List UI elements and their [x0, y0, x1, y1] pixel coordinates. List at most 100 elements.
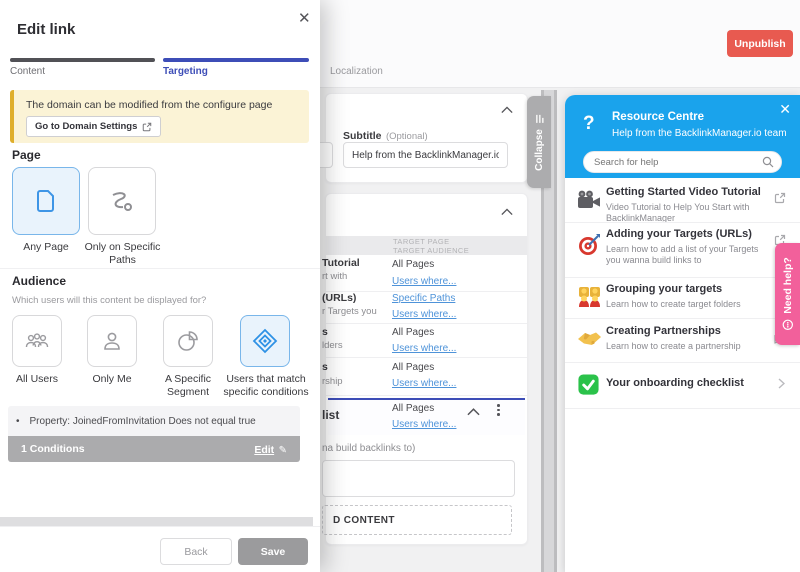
row-title-fragment: s [322, 361, 328, 373]
resource-item[interactable]: Grouping your targets Learn how to creat… [565, 277, 800, 318]
horizontal-scrollbar[interactable] [0, 517, 313, 526]
close-icon[interactable]: ✕ [779, 101, 791, 118]
resource-item-title: Getting Started Video Tutorial [606, 186, 761, 198]
resource-centre-subtitle: Help from the BacklinkManager.io team [612, 128, 787, 139]
row-sub-fragment: rship [322, 376, 343, 387]
resource-item[interactable]: Creating Partnerships Learn how to creat… [565, 318, 800, 362]
resource-item[interactable]: Adding your Targets (URLs) Learn how to … [565, 222, 800, 277]
option-label: Only on Specific Paths [70, 241, 175, 267]
resource-centre-panel: ? Resource Centre Help from the Backlink… [565, 95, 800, 572]
unpublish-button[interactable]: Unpublish [727, 30, 793, 57]
empty-content-box[interactable] [322, 460, 515, 497]
resource-item[interactable]: Getting Started Video Tutorial Video Tut… [565, 182, 800, 222]
step-bar-targeting[interactable] [163, 58, 309, 62]
option-any-page[interactable] [12, 167, 80, 235]
row-title-fragment: Tutorial [322, 257, 360, 269]
pencil-icon: ✎ [279, 445, 287, 456]
cell-target-audience-link[interactable]: Users where... [392, 276, 456, 287]
edit-conditions-link[interactable]: Edit ✎ [254, 440, 287, 458]
description-fragment: na build backlinks to) [322, 443, 415, 454]
resource-item[interactable]: Your onboarding checklist [565, 362, 800, 408]
chevron-right-icon [778, 378, 785, 389]
option-label: A Specific Segment [153, 373, 223, 399]
green-check-icon [577, 373, 600, 396]
resource-item-desc: Learn how to create target folders [606, 299, 771, 310]
need-help-tab[interactable]: Need help? [775, 243, 800, 345]
subtitle-input[interactable] [343, 142, 508, 168]
tab-targeting[interactable]: Targeting [163, 66, 208, 77]
option-users-match-conditions[interactable] [240, 315, 290, 367]
col-target-audience: TARGET AUDIENCE [393, 246, 469, 255]
step-bar-content[interactable] [10, 58, 155, 62]
row-sub-fragment: r Targets you [322, 306, 377, 317]
option-specific-segment[interactable] [163, 315, 213, 367]
row-sub-fragment: lders [322, 340, 343, 351]
save-button[interactable]: Save [238, 538, 308, 565]
option-label: Only Me [82, 373, 142, 386]
go-to-domain-settings-button[interactable]: Go to Domain Settings [26, 116, 161, 137]
cell-target-audience-link[interactable]: Users where... [392, 378, 456, 389]
table-header: TARGET PAGE TARGET AUDIENCE [326, 236, 527, 255]
collapse-tab-label: Collapse [534, 129, 545, 171]
cell-target-audience-link[interactable]: Users where... [392, 343, 456, 354]
divider [0, 268, 320, 269]
chevron-up-icon[interactable] [501, 208, 513, 216]
path-icon [107, 187, 137, 215]
domain-notice: The domain can be modified from the conf… [10, 90, 309, 143]
resource-item-title: Your onboarding checklist [606, 377, 744, 389]
cell-target-page: All Pages [392, 327, 434, 338]
back-button[interactable]: Back [160, 538, 232, 565]
tab-content[interactable]: Content [10, 66, 45, 77]
screen: Unpublish Localization Subtitle (Optiona… [0, 0, 800, 572]
option-label: Users that match specific conditions [222, 373, 310, 399]
external-link-icon [774, 192, 786, 204]
resource-item-desc: Video Tutorial to Help You Start with Ba… [606, 202, 766, 224]
row-title-fragment: s [322, 326, 328, 338]
cell-target-audience-link[interactable]: Users where... [392, 309, 456, 320]
modal-title: Edit link [17, 21, 75, 38]
tab-localization[interactable]: Localization [330, 66, 383, 77]
cell-target-page-link[interactable]: Specific Paths [392, 293, 455, 304]
option-only-me[interactable] [87, 315, 137, 367]
page-section-heading: Page [12, 148, 41, 162]
resource-item-desc: Learn how to add a list of your Targets … [606, 244, 771, 266]
cell-target-page: All Pages [392, 403, 434, 414]
resource-centre-title: Resource Centre [612, 111, 704, 123]
condition-summary: • Property: JoinedFromInvitation Does no… [8, 406, 300, 436]
row-divider [326, 357, 527, 358]
chevron-up-icon[interactable] [467, 408, 480, 416]
video-camera-icon [577, 190, 601, 210]
search-icon [762, 156, 774, 168]
cell-target-page: All Pages [392, 362, 434, 373]
nested-diamond-icon [251, 327, 279, 355]
add-content-button[interactable]: D CONTENT [322, 505, 512, 535]
domain-notice-text: The domain can be modified from the conf… [26, 99, 272, 111]
collapse-icon [534, 114, 544, 124]
handshake-icon [576, 330, 602, 348]
close-icon[interactable]: ✕ [298, 9, 311, 27]
divider [565, 408, 800, 409]
row-sub-fragment: rt with [322, 271, 347, 282]
chat-icon [782, 319, 794, 331]
help-search-input[interactable] [583, 151, 782, 173]
resource-item-title: Grouping your targets [606, 283, 722, 295]
chevron-up-icon[interactable] [501, 106, 513, 114]
option-specific-paths[interactable] [88, 167, 156, 235]
audience-section-heading: Audience [12, 274, 66, 288]
pie-chart-icon [175, 328, 201, 354]
audience-question: Which users will this content be display… [12, 295, 206, 306]
resource-item-title: Creating Partnerships [606, 325, 721, 337]
col-target-page: TARGET PAGE [393, 237, 450, 246]
row-title-fragment: (URLs) [322, 292, 356, 304]
external-link-icon [142, 122, 152, 132]
row-divider [326, 395, 527, 396]
option-label: All Users [7, 373, 67, 386]
page-icon [32, 186, 60, 216]
bullet-icon: • [16, 416, 20, 427]
kebab-menu-icon[interactable] [497, 404, 500, 416]
collapse-tab[interactable]: Collapse [527, 96, 551, 188]
option-all-users[interactable] [12, 315, 62, 367]
users-group-icon [23, 329, 51, 353]
cell-target-audience-link[interactable]: Users where... [392, 419, 456, 430]
question-mark-icon: ? [583, 113, 595, 135]
